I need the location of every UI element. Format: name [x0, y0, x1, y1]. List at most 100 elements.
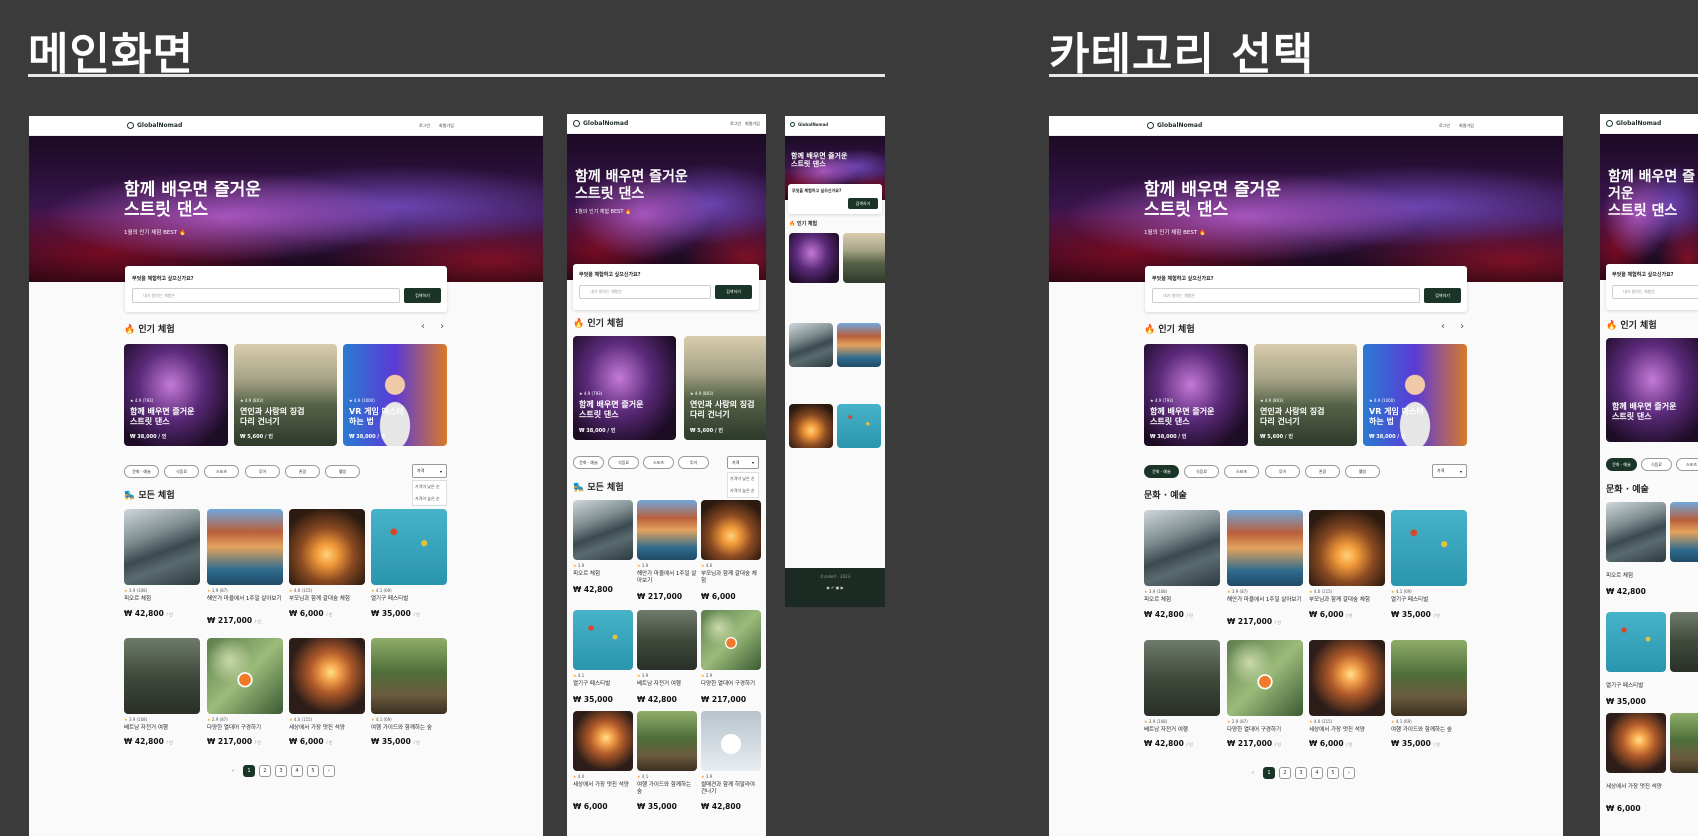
category-chip[interactable]: 문화 · 예술 [124, 465, 159, 478]
popular-card[interactable] [843, 233, 885, 283]
sort-option[interactable]: 가격이 낮은 순 [413, 481, 446, 493]
item-image[interactable] [289, 638, 365, 714]
item-image[interactable] [207, 509, 283, 585]
popular-card[interactable]: ★ 4.9 (793) 함께 배우면 즐거운 스트릿 댄스 ₩ 38,000 / … [1144, 344, 1248, 446]
popular-card[interactable]: ★ 4.9 (803) 연인과 사랑의 징검 다리 건너기 ₩ 5,600 / 인 [1254, 344, 1357, 446]
search-input[interactable]: 내가 원하는 체험은 [1612, 285, 1698, 299]
category-chip[interactable]: 관광 [1305, 465, 1340, 478]
category-chip[interactable]: 스포츠 [643, 456, 674, 469]
item-image[interactable] [789, 404, 833, 448]
item-title[interactable]: 열기구 페스티벌 [371, 596, 447, 603]
search-button[interactable]: 검색하기 [404, 288, 441, 303]
item-image[interactable] [573, 711, 633, 771]
item-image[interactable] [371, 638, 447, 714]
page-button[interactable]: 2 [259, 765, 271, 777]
search-button[interactable]: 검색하기 [1424, 288, 1461, 303]
page-button[interactable]: 5 [1327, 767, 1339, 779]
item-image[interactable] [837, 323, 881, 367]
item-image[interactable] [1391, 510, 1467, 586]
item-image[interactable] [1606, 612, 1666, 672]
item-image[interactable] [1606, 713, 1666, 773]
category-chip[interactable]: 식음료 [1184, 465, 1219, 478]
item-title[interactable]: 부모님과 함께 갈대숲 체험 [701, 571, 761, 584]
item-title[interactable]: 베트남 자전거 여행 [1144, 727, 1220, 734]
item-title[interactable]: 세상에서 가장 멋진 석양 [573, 782, 633, 789]
item-image[interactable] [1144, 640, 1220, 716]
category-chip-active[interactable]: 문화 · 예술 [1606, 458, 1637, 471]
category-chip[interactable]: 스포츠 [204, 465, 239, 478]
item-image[interactable] [637, 711, 697, 771]
category-chip[interactable]: 관광 [285, 465, 320, 478]
item-image[interactable] [1670, 612, 1698, 672]
search-button[interactable]: 검색하기 [848, 198, 878, 209]
item-title[interactable]: 다양한 열대어 구경하기 [1227, 727, 1303, 734]
item-image[interactable] [1309, 510, 1385, 586]
item-image[interactable] [637, 500, 697, 560]
item-image[interactable] [789, 323, 833, 367]
popular-card[interactable]: ★ 4.9 (793) 함께 배우면 즐거운 스트릿 댄스 ₩ 38,000 / … [573, 336, 676, 440]
next-page-button[interactable]: › [323, 765, 335, 777]
item-title[interactable]: 부모님과 함께 갈대숲 체험 [1309, 597, 1385, 604]
item-title[interactable]: 해안가 마을에서 1주일 살아보기 [207, 596, 283, 603]
page-button[interactable]: 2 [1279, 767, 1291, 779]
sort-dropdown[interactable]: 가격 ▾ [727, 456, 759, 469]
prev-page-button[interactable]: ‹ [227, 765, 239, 777]
item-image[interactable] [837, 404, 881, 448]
sort-dropdown[interactable]: 가격 ▾ [1432, 464, 1467, 478]
category-chip[interactable]: 식음료 [608, 456, 639, 469]
category-chip[interactable]: 식음료 [164, 465, 199, 478]
page-button[interactable]: 3 [1295, 767, 1307, 779]
item-title[interactable]: 열기구 페스티벌 [1391, 597, 1467, 604]
item-title[interactable]: 부모님과 함께 갈대숲 체험 [289, 596, 365, 603]
item-title[interactable]: 해안가 마을에서 1주일 살아보기 [637, 571, 697, 584]
item-image[interactable] [1670, 713, 1698, 773]
category-chip[interactable]: 스포츠 [1224, 465, 1259, 478]
item-title[interactable]: 베트남 자전거 여행 [637, 681, 697, 688]
popular-card[interactable]: ★ 4.9 (1000) VR 게임 마스터 하는 법 ₩ 38,000 / 인 [343, 344, 447, 446]
item-title[interactable]: 세상에서 가장 멋진 석양 [1309, 727, 1385, 734]
page-button[interactable]: 4 [1311, 767, 1323, 779]
search-input[interactable]: 내가 원하는 체험은 [579, 285, 711, 299]
popular-card[interactable]: ★ 4.9 (803) 연인과 사랑의 징검 다리 건너기 ₩ 5,600 / 인 [684, 336, 766, 440]
page-button[interactable]: 5 [307, 765, 319, 777]
item-image[interactable] [1144, 510, 1220, 586]
item-title[interactable]: 피오르 체험 [124, 596, 200, 603]
social-icons[interactable]: ◉ ✔ ▣ ▶ [789, 585, 881, 590]
item-title[interactable]: 해안가 마을에서 1주일 살아보기 [1227, 597, 1303, 604]
popular-card[interactable]: ★ 4.9 (1000) VR 게임 마스터 하는 법 ₩ 38,000 / 인 [1363, 344, 1467, 446]
item-image[interactable] [371, 509, 447, 585]
login-link[interactable]: 로그인 [419, 123, 430, 129]
category-chip[interactable]: 투어 [678, 456, 709, 469]
category-chip[interactable]: 투어 [245, 465, 280, 478]
page-button[interactable]: 1 [243, 765, 255, 777]
item-title[interactable]: 세상에서 가장 멋진 석양 [1606, 784, 1666, 791]
logo[interactable]: GlobalNomad [573, 120, 628, 127]
item-image[interactable] [124, 509, 200, 585]
logo[interactable]: GlobalNomad [1147, 122, 1202, 129]
item-image[interactable] [701, 500, 761, 560]
item-title[interactable]: 다양한 열대어 구경하기 [207, 725, 283, 732]
item-title[interactable]: 여행 가이드와 함께하는 숲 [637, 782, 697, 795]
search-input[interactable]: 내가 원하는 체험은 [132, 288, 400, 303]
category-chip[interactable]: 웰빙 [325, 465, 360, 478]
next-page-button[interactable]: › [1343, 767, 1355, 779]
login-link[interactable]: 로그인 [1439, 123, 1450, 129]
signup-link[interactable]: 회원가입 [1459, 123, 1474, 129]
item-image[interactable] [1227, 510, 1303, 586]
popular-card[interactable]: ★ 4.9 (803) 연인과 사랑의 징검 다리 건너기 ₩ 5,600 / 인 [234, 344, 337, 446]
item-title[interactable]: 세상에서 가장 멋진 석양 [289, 725, 365, 732]
category-chip[interactable]: 문화 · 예술 [573, 456, 604, 469]
category-chip[interactable]: 식음료 [1641, 458, 1672, 471]
item-image[interactable] [1670, 502, 1698, 562]
popular-card[interactable]: ★ 4.9 (793) 함께 배우면 즐거운 스트릿 댄스 ₩ 38,000 / … [124, 344, 228, 446]
item-title[interactable]: 여행 가이드와 함께하는 숲 [371, 725, 447, 732]
item-image[interactable] [701, 610, 761, 670]
item-image[interactable] [289, 509, 365, 585]
item-title[interactable]: 피오르 체험 [1606, 573, 1666, 580]
logo[interactable]: GlobalNomad [1606, 120, 1661, 127]
login-link[interactable]: 로그인 [730, 121, 741, 127]
search-input[interactable]: 내가 원하는 체험은 [1152, 288, 1420, 303]
item-title[interactable]: 피오르 체험 [573, 571, 633, 578]
item-title[interactable]: 열기구 페스티벌 [573, 681, 633, 688]
item-title[interactable]: 피오르 체험 [1144, 597, 1220, 604]
